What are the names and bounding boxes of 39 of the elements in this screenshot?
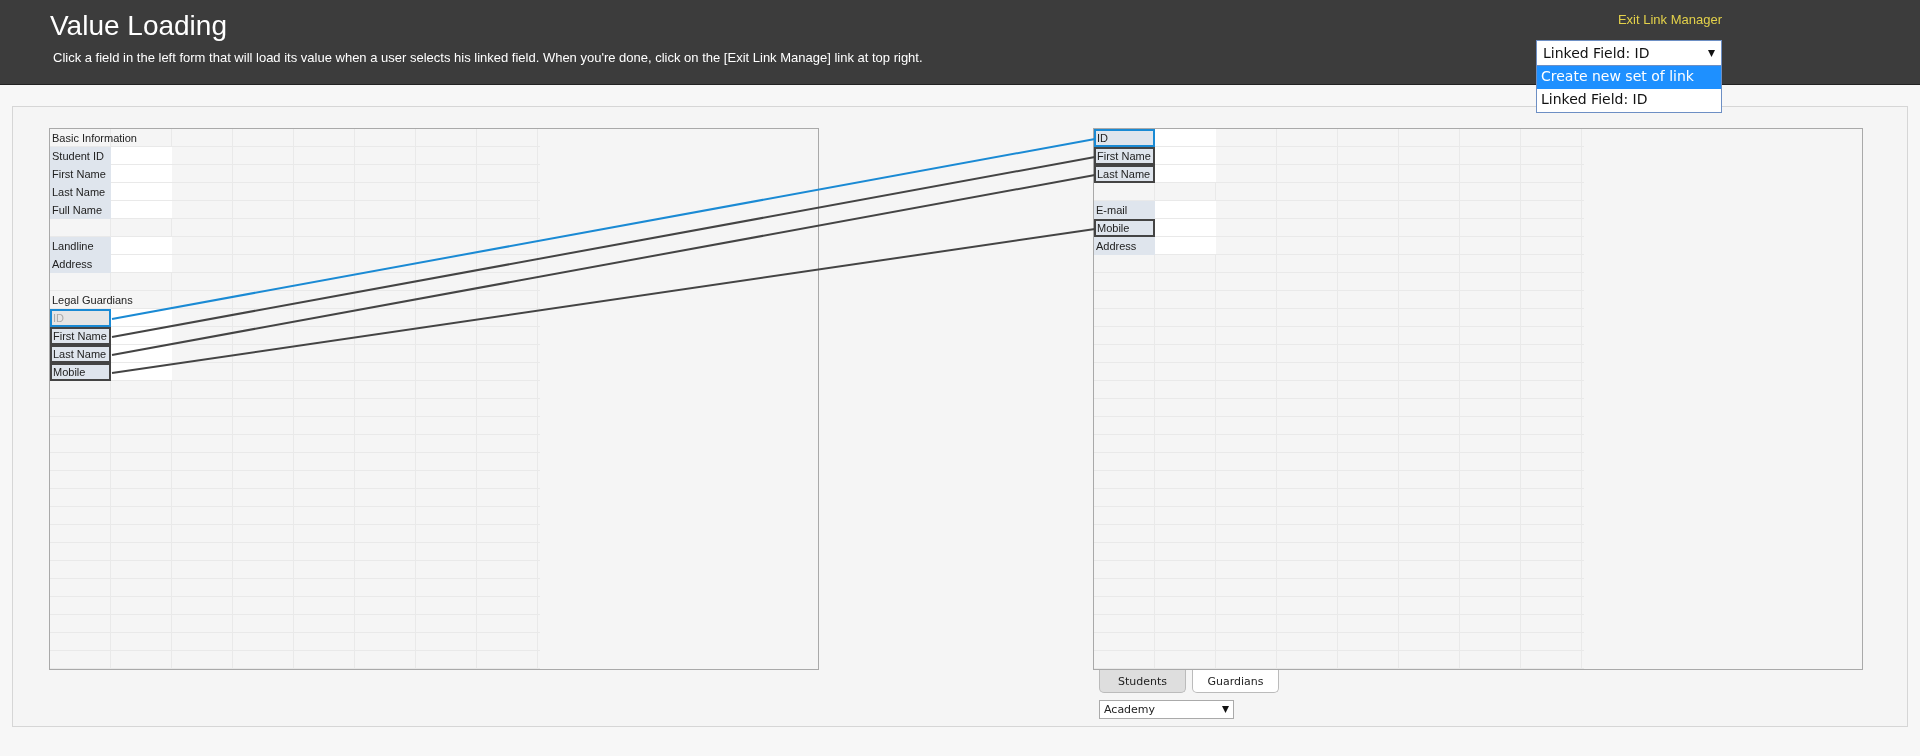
input-field[interactable] (1155, 201, 1216, 218)
instructions-text: Click a field in the left form that will load its value when a user selects his linked field. When you're done, click on the [Exit Link Manage] link at top right. (53, 50, 923, 65)
input-field[interactable] (111, 165, 172, 182)
form-tab[interactable]: Students (1099, 670, 1186, 693)
input-field[interactable] (1155, 129, 1216, 146)
field-label[interactable]: E-mail (1094, 201, 1155, 219)
input-field[interactable] (1155, 219, 1216, 236)
input-field[interactable] (111, 237, 172, 254)
field-label[interactable]: First Name (50, 165, 111, 183)
form-tab[interactable]: Guardians (1192, 670, 1279, 693)
page-title: Value Loading (50, 10, 228, 42)
dropdown-option[interactable]: Linked Field: ID (1537, 89, 1721, 112)
form-select[interactable]: Academy (1099, 700, 1234, 719)
field-label[interactable]: ID (1094, 129, 1155, 147)
exit-link[interactable]: Exit Link Manager (1617, 12, 1722, 27)
caret-icon (1222, 706, 1229, 713)
field-label[interactable]: Address (50, 255, 111, 273)
field-label[interactable]: Mobile (1094, 219, 1155, 237)
linked-field-select[interactable]: Linked Field: ID (1536, 40, 1722, 66)
input-field[interactable] (111, 255, 172, 272)
field-label[interactable]: Last Name (50, 345, 111, 363)
input-field[interactable] (1155, 147, 1216, 164)
field-label[interactable]: Student ID (50, 147, 111, 165)
field-label[interactable]: Last Name (1094, 165, 1155, 183)
field-label[interactable]: Full Name (50, 201, 111, 219)
field-label[interactable]: Address (1094, 237, 1155, 255)
caret-icon (1708, 49, 1715, 57)
section-heading: Legal Guardians (51, 293, 133, 308)
field-label[interactable]: First Name (1094, 147, 1155, 165)
field-label[interactable]: First Name (50, 327, 111, 345)
input-field[interactable] (111, 183, 172, 200)
input-field[interactable] (1155, 165, 1216, 182)
field-label[interactable]: Last Name (50, 183, 111, 201)
field-label[interactable]: Mobile (50, 363, 111, 381)
input-field[interactable] (111, 201, 172, 218)
input-field[interactable] (111, 147, 172, 164)
input-field[interactable] (1155, 237, 1216, 254)
section-heading: Basic Information (51, 131, 137, 146)
field-label[interactable]: Landline (50, 237, 111, 255)
